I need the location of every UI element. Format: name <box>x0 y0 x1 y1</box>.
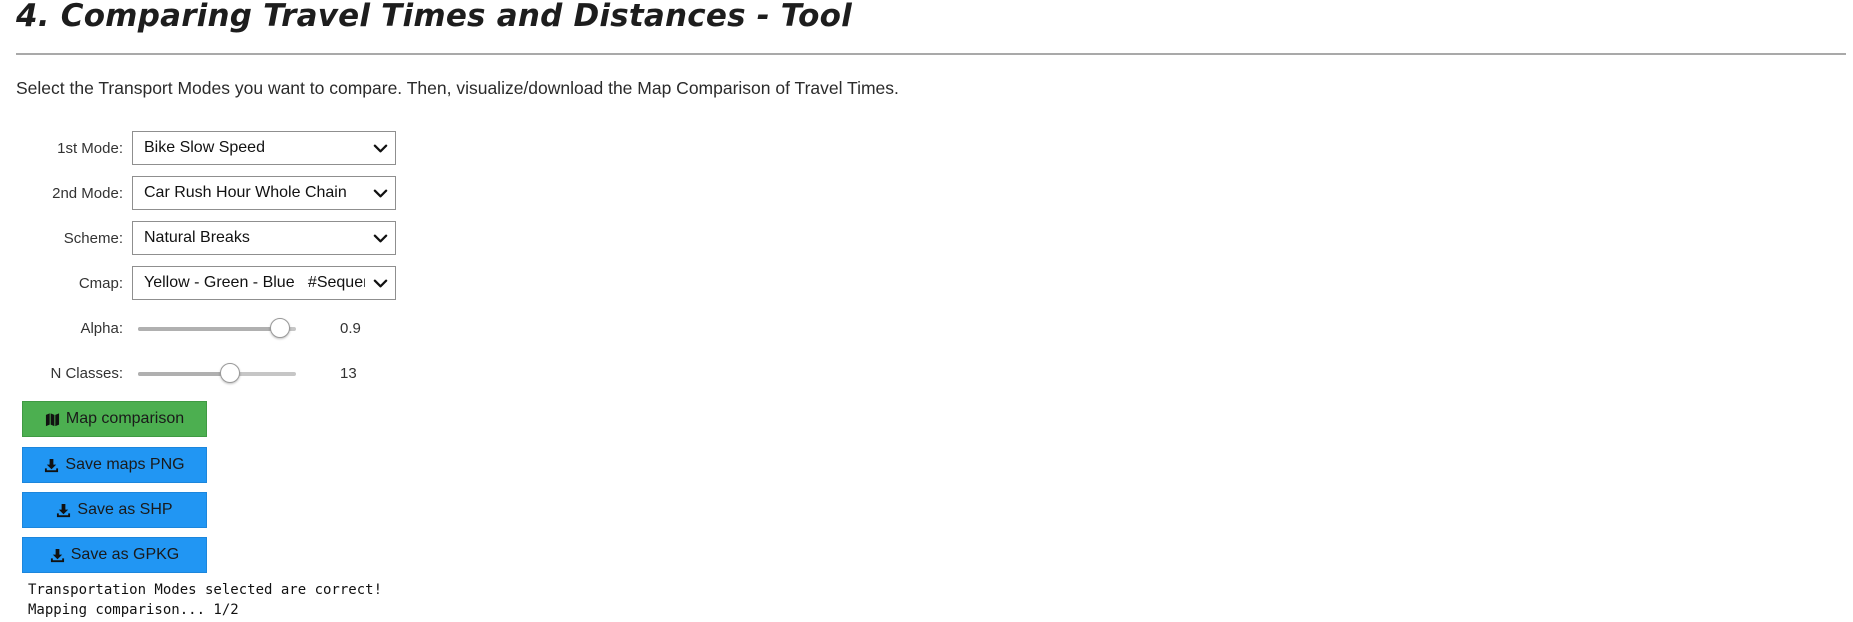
save-as-gpkg-button[interactable]: Save as GPKG <box>22 537 207 573</box>
mode2-value: Car Rush Hour Whole Chain <box>144 184 347 201</box>
intro-text: Select the Transport Modes you want to c… <box>16 78 899 98</box>
output-log: Transportation Modes selected are correc… <box>28 580 382 620</box>
output-line: Mapping comparison... 1/2 <box>28 602 239 618</box>
save-maps-png-label: Save maps PNG <box>65 456 185 473</box>
save-as-shp-label: Save as SHP <box>77 501 173 518</box>
map-comparison-button[interactable]: Map comparison <box>22 401 207 437</box>
mode1-select[interactable]: Bike Slow Speed <box>132 131 396 165</box>
nclasses-slider-thumb[interactable] <box>219 363 240 383</box>
output-line: Transportation Modes selected are correc… <box>28 582 383 598</box>
nclasses-readout: 13 <box>340 365 357 382</box>
chevron-down-icon <box>373 234 388 243</box>
cmap-value: Yellow - Green - Blue #Sequential <box>144 274 365 291</box>
download-icon <box>50 548 64 562</box>
download-icon <box>57 503 71 517</box>
map-comparison-label: Map comparison <box>65 410 185 427</box>
alpha-slider[interactable] <box>138 318 296 338</box>
map-icon <box>45 412 59 426</box>
save-as-shp-button[interactable]: Save as SHP <box>22 492 207 528</box>
cmap-select[interactable]: Yellow - Green - Blue #Sequential <box>132 266 396 300</box>
alpha-slider-thumb[interactable] <box>270 318 291 338</box>
cmap-label: Cmap: <box>78 275 123 292</box>
alpha-slider-fill <box>138 327 281 331</box>
download-icon <box>45 458 59 472</box>
chevron-down-icon <box>373 144 388 153</box>
save-as-gpkg-label: Save as GPKG <box>70 546 180 563</box>
nclasses-slider-fill <box>138 372 230 376</box>
nclasses-label: N Classes: <box>50 365 123 382</box>
nclasses-slider[interactable] <box>138 363 296 383</box>
alpha-label: Alpha: <box>80 320 123 337</box>
mode2-label: 2nd Mode: <box>52 185 123 202</box>
save-maps-png-button[interactable]: Save maps PNG <box>22 447 207 483</box>
page-title: 4. Comparing Travel Times and Distances … <box>16 0 852 34</box>
alpha-readout: 0.9 <box>340 320 361 337</box>
mode2-select[interactable]: Car Rush Hour Whole Chain <box>132 176 396 210</box>
mode1-label: 1st Mode: <box>57 140 123 157</box>
mode1-value: Bike Slow Speed <box>144 139 265 156</box>
chevron-down-icon <box>373 279 388 288</box>
title-divider <box>16 53 1846 55</box>
scheme-value: Natural Breaks <box>144 229 250 246</box>
scheme-select[interactable]: Natural Breaks <box>132 221 396 255</box>
scheme-label: Scheme: <box>63 230 123 247</box>
chevron-down-icon <box>373 189 388 198</box>
